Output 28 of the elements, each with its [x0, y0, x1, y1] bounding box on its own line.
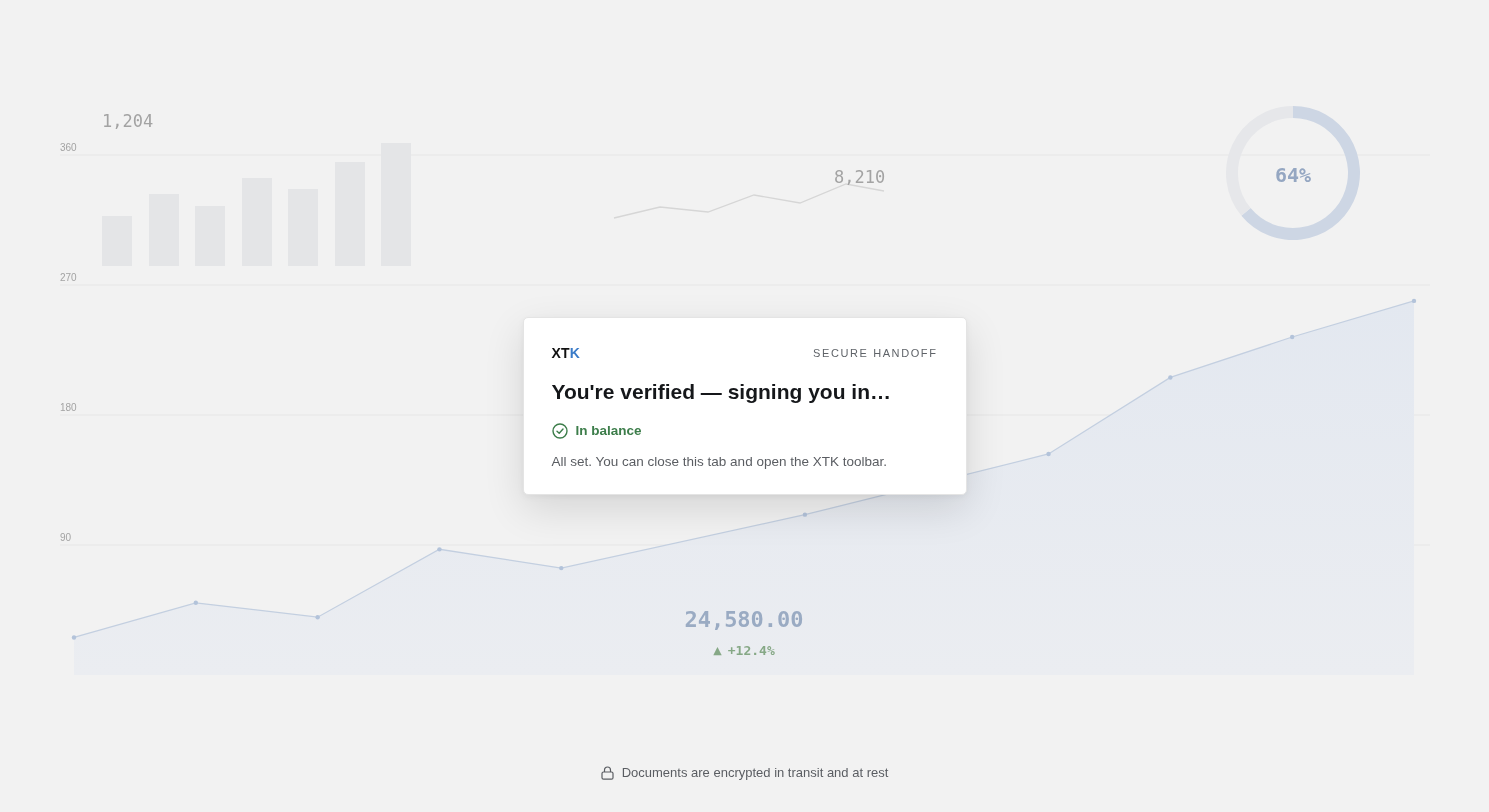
- encryption-note: Documents are encrypted in transit and at rest: [621, 765, 889, 780]
- status-text: In balance: [575, 423, 642, 439]
- data-point: [315, 615, 320, 620]
- data-point: [437, 547, 442, 552]
- trend-change: +12.4%: [727, 644, 775, 657]
- data-point: [71, 635, 77, 640]
- check-circle-icon: [551, 422, 568, 439]
- data-point: [559, 565, 564, 571]
- handoff-label: SECURE HANDOFF: [813, 346, 938, 359]
- trend-arrow: ▲: [713, 645, 722, 656]
- card-title: You're verified — signing you in…: [551, 378, 892, 404]
- data-point: [802, 512, 808, 517]
- bar-total-value: 1,204: [102, 113, 154, 130]
- axis-label: 270: [60, 272, 77, 283]
- axis-label: 180: [60, 402, 77, 413]
- data-point: [1046, 451, 1051, 457]
- data-point: [1168, 375, 1173, 380]
- data-point: [193, 600, 198, 605]
- axis-label: 360: [60, 142, 77, 153]
- balance-value: 24,580.00: [683, 609, 805, 631]
- sparkline-value: 8,210: [834, 169, 886, 186]
- data-point: [1290, 334, 1295, 340]
- card-message: All set. You can close this tab and open the XTK toolbar.: [551, 452, 888, 471]
- logo: XTK: [551, 344, 581, 361]
- ring-percent: 64%: [1273, 165, 1313, 185]
- lock-icon: [600, 765, 614, 780]
- data-point: [1411, 298, 1417, 304]
- axis-label: 90: [60, 532, 72, 543]
